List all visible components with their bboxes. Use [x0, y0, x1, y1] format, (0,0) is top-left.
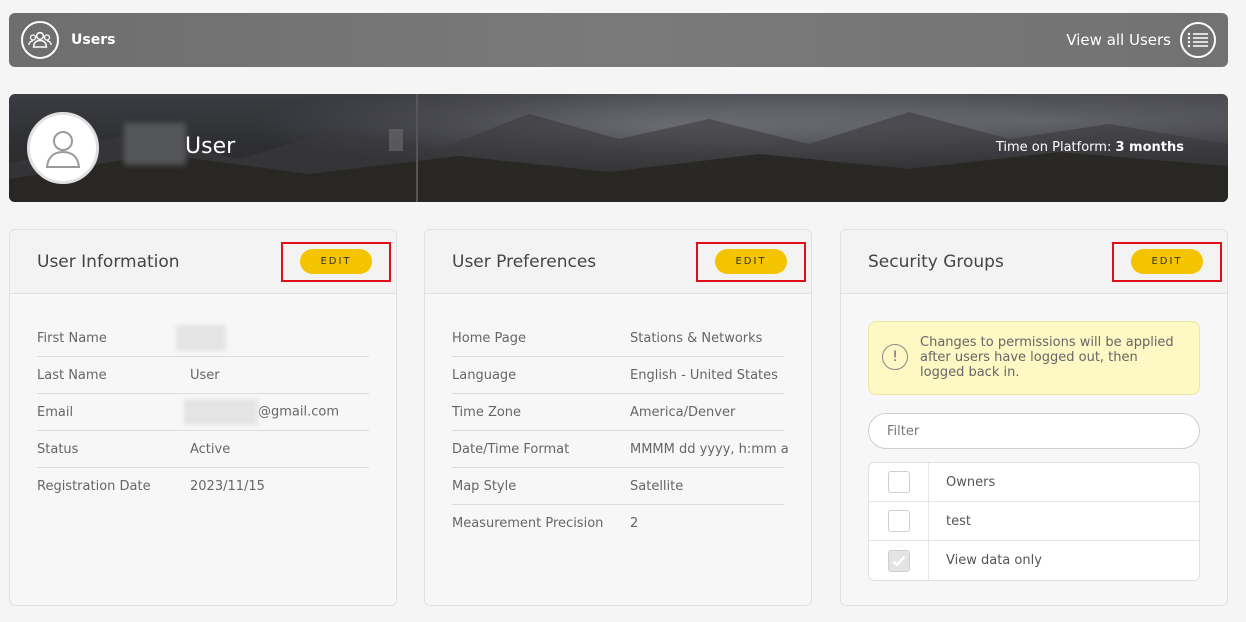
- group-checkbox[interactable]: [887, 471, 910, 493]
- filter-input[interactable]: Filter: [868, 413, 1200, 449]
- avatar: [27, 112, 99, 184]
- edit-user-info-button[interactable]: EDIT: [300, 249, 372, 274]
- info-label: Registration Date: [37, 479, 151, 494]
- pref-row-measurement-precision: Measurement Precision 2: [452, 505, 784, 542]
- group-name: View data only: [946, 553, 1042, 568]
- info-row-first-name: First Name: [37, 320, 369, 357]
- user-display-name: User: [185, 134, 236, 159]
- redacted-email-local: [184, 399, 258, 425]
- page-header-bar: Users View all Users: [9, 13, 1228, 67]
- pref-value: America/Denver: [630, 404, 736, 420]
- pref-label: Language: [452, 367, 517, 383]
- info-label: Email: [37, 404, 74, 420]
- time-on-platform: Time on Platform: 3 months: [996, 140, 1184, 155]
- users-group-icon: [21, 21, 59, 59]
- preferences-list: Home Page Stations & Networks Language E…: [425, 294, 811, 542]
- info-value: Active: [190, 441, 231, 457]
- checkmark-icon: [892, 555, 905, 567]
- list-item[interactable]: test: [869, 502, 1199, 541]
- group-checkbox[interactable]: [887, 549, 910, 572]
- view-all-users-link[interactable]: View all Users: [1066, 22, 1216, 58]
- view-all-users-label[interactable]: View all Users: [1066, 31, 1171, 49]
- info-value: User: [190, 367, 220, 383]
- info-value: @gmail.com: [184, 399, 340, 425]
- email-domain: @gmail.com: [258, 404, 340, 420]
- pref-label: Map Style: [452, 478, 517, 494]
- checkbox-cell: [869, 502, 929, 540]
- card-header: User Preferences EDIT: [425, 230, 811, 294]
- pref-row-home-page: Home Page Stations & Networks: [452, 320, 784, 357]
- permissions-notice: ! Changes to permissions will be applied…: [868, 321, 1200, 395]
- info-label: Status: [37, 441, 79, 457]
- security-groups-list: Owners test View data only: [868, 462, 1200, 581]
- pref-value: Satellite: [630, 478, 684, 494]
- security-groups-card: Security Groups EDIT ! Changes to permis…: [840, 229, 1228, 606]
- redacted-first-name-value: [176, 325, 226, 351]
- info-row-last-name: Last Name User: [37, 357, 369, 394]
- pref-value: English - United States: [630, 367, 778, 383]
- pref-value: MMMM dd yyyy, h:mm a: [630, 441, 789, 457]
- pref-label: Date/Time Format: [452, 441, 570, 457]
- card-header: Security Groups EDIT: [841, 230, 1227, 294]
- checkbox-cell: [869, 541, 929, 580]
- pref-label: Home Page: [452, 330, 526, 346]
- card-header: User Information EDIT: [10, 230, 396, 294]
- exclamation-icon: !: [882, 344, 908, 370]
- checkbox-cell: [869, 463, 929, 501]
- list-item[interactable]: Owners: [869, 463, 1199, 502]
- edit-highlight: EDIT: [696, 241, 806, 282]
- group-name: Owners: [946, 474, 996, 490]
- pref-row-date-time-format: Date/Time Format MMMM dd yyyy, h:mm a: [452, 431, 789, 468]
- user-preferences-card: User Preferences EDIT Home Page Stations…: [424, 229, 812, 606]
- card-title: Security Groups: [868, 251, 1004, 272]
- time-on-platform-value: 3 months: [1115, 140, 1184, 155]
- pref-value: Stations & Networks: [630, 330, 763, 346]
- pref-row-time-zone: Time Zone America/Denver: [452, 394, 784, 431]
- list-icon[interactable]: [1180, 22, 1216, 58]
- edit-preferences-button[interactable]: EDIT: [715, 249, 787, 274]
- pref-row-map-style: Map Style Satellite: [452, 468, 784, 505]
- info-label: First Name: [37, 330, 107, 346]
- group-checkbox[interactable]: [887, 510, 910, 532]
- notice-text: Changes to permissions will be applied a…: [920, 335, 1174, 380]
- list-item[interactable]: View data only: [869, 541, 1199, 580]
- card-title: User Preferences: [452, 251, 597, 272]
- info-value: [176, 325, 226, 351]
- time-on-platform-label: Time on Platform:: [995, 140, 1112, 155]
- pref-label: Time Zone: [452, 404, 522, 420]
- group-name: test: [946, 513, 971, 529]
- card-title: User Information: [37, 251, 180, 272]
- info-row-status: Status Active: [37, 431, 369, 468]
- user-information-card: User Information EDIT First Name Last Na…: [9, 229, 397, 606]
- page-title: Users: [71, 32, 116, 48]
- edit-highlight: EDIT: [281, 241, 391, 282]
- redacted-first-name: [124, 123, 186, 165]
- user-info-list: First Name Last Name User Email @gmail.c…: [10, 294, 396, 505]
- edit-highlight: EDIT: [1112, 241, 1222, 282]
- user-silhouette-icon: [45, 131, 81, 168]
- header-left: Users: [21, 21, 115, 59]
- info-value: 2023/11/15: [190, 479, 265, 494]
- info-row-email: Email @gmail.com: [37, 394, 369, 431]
- info-row-registration-date: Registration Date 2023/11/15: [37, 468, 369, 505]
- pref-label: Measurement Precision: [452, 516, 604, 531]
- info-label: Last Name: [37, 367, 107, 383]
- pref-row-language: Language English - United States: [452, 357, 784, 394]
- pref-value: 2: [630, 516, 639, 531]
- edit-security-groups-button[interactable]: EDIT: [1131, 249, 1203, 274]
- profile-banner: User Time on Platform: 3 months: [9, 94, 1228, 202]
